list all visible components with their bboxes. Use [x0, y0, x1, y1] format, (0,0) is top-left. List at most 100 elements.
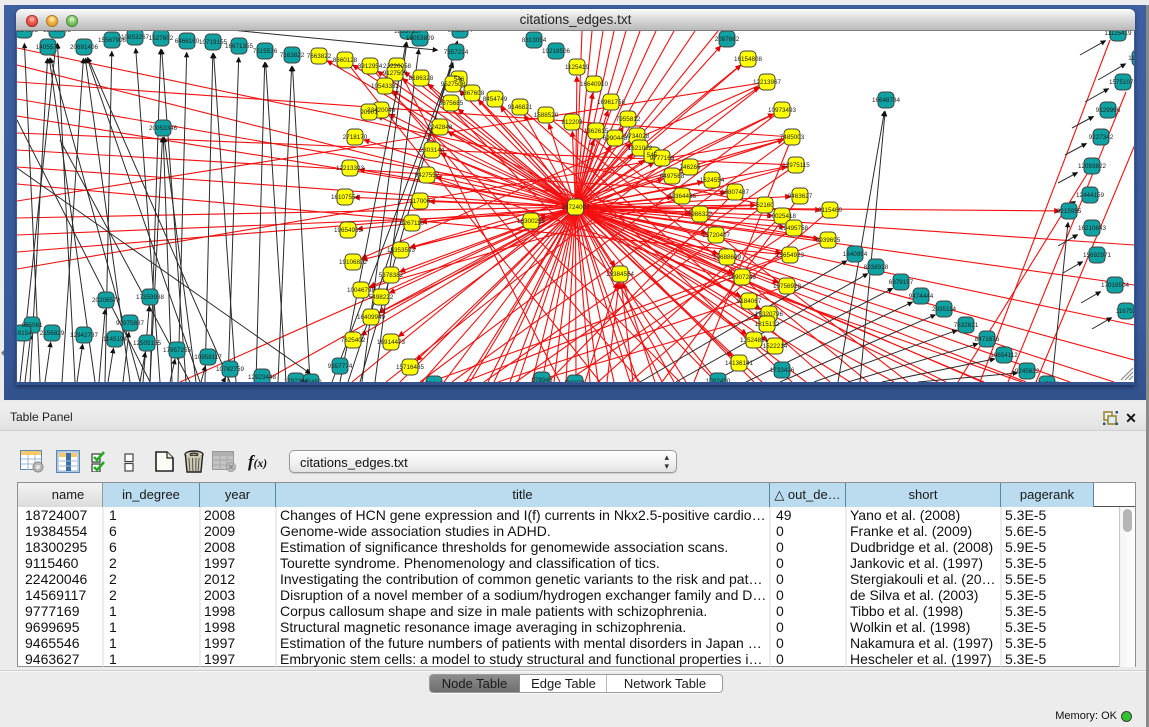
svg-text:12505135: 12505135 — [133, 340, 162, 347]
svg-text:90901: 90901 — [360, 109, 378, 116]
svg-text:15716485: 15716485 — [396, 364, 425, 371]
svg-text:1125419: 1125419 — [565, 64, 590, 71]
svg-text:9227342: 9227342 — [1089, 134, 1114, 141]
svg-text:1362615: 1362615 — [584, 128, 609, 135]
svg-text:16914473: 16914473 — [377, 339, 406, 346]
svg-text:1588520: 1588520 — [534, 112, 559, 119]
svg-text:12444159: 12444159 — [1076, 192, 1105, 199]
svg-text:19218506: 19218506 — [542, 48, 571, 55]
svg-text:1112027: 1112027 — [1128, 55, 1134, 62]
svg-text:3215955: 3215955 — [1057, 208, 1082, 215]
svg-text:9146821: 9146821 — [508, 104, 533, 111]
svg-text:7986322: 7986322 — [688, 211, 713, 218]
svg-text:17359938: 17359938 — [136, 294, 165, 301]
svg-text:10807487: 10807487 — [721, 189, 750, 196]
svg-text:23226058: 23226058 — [383, 63, 412, 70]
svg-text:20053346: 20053346 — [149, 125, 178, 132]
svg-text:8454749: 8454749 — [483, 96, 508, 103]
svg-text:1092450: 1092450 — [706, 378, 731, 382]
svg-text:12213967: 12213967 — [753, 79, 782, 86]
svg-text:1624554: 1624554 — [700, 177, 725, 184]
svg-text:16648784: 16648784 — [872, 97, 901, 104]
svg-text:9527508: 9527508 — [441, 81, 466, 88]
svg-text:6939695: 6939695 — [816, 237, 841, 244]
svg-text:10853267: 10853267 — [121, 34, 150, 41]
svg-text:116753: 116753 — [1116, 308, 1134, 315]
svg-text:9184067: 9184067 — [737, 298, 762, 305]
svg-text:812203: 812203 — [561, 119, 583, 126]
svg-text:20364436: 20364436 — [668, 193, 697, 200]
svg-text:20206570: 20206570 — [92, 297, 121, 304]
svg-text:7163822: 7163822 — [280, 52, 305, 59]
svg-text:9245632: 9245632 — [1015, 368, 1040, 375]
svg-text:8267110: 8267110 — [400, 220, 425, 227]
svg-text:9777169: 9777169 — [650, 155, 675, 162]
svg-text:19106822: 19106822 — [339, 259, 368, 266]
svg-text:7515536: 7515536 — [253, 48, 278, 55]
svg-text:3875685: 3875685 — [439, 100, 464, 107]
svg-text:20691406: 20691406 — [70, 44, 99, 51]
svg-text:10046798: 10046798 — [347, 287, 376, 294]
svg-text:15353593: 15353593 — [387, 247, 416, 254]
svg-text:6497568: 6497568 — [660, 173, 685, 180]
svg-text:8938928: 8938928 — [864, 264, 889, 271]
svg-text:20984963: 20984963 — [17, 31, 38, 34]
svg-text:16671355: 16671355 — [225, 43, 254, 50]
svg-text:978945: 978945 — [531, 377, 553, 382]
svg-text:16210643: 16210643 — [1078, 225, 1107, 232]
svg-text:16320796: 16320796 — [755, 311, 784, 318]
svg-text:9127509: 9127509 — [383, 70, 408, 77]
svg-text:7625402: 7625402 — [341, 337, 366, 344]
svg-text:12923448: 12923448 — [248, 374, 277, 381]
svg-text:12942737: 12942737 — [70, 332, 99, 339]
svg-text:7955812: 7955812 — [616, 116, 641, 123]
svg-text:9734028: 9734028 — [625, 133, 650, 140]
svg-text:2803144: 2803144 — [420, 147, 445, 154]
svg-text:15751074: 15751074 — [1109, 79, 1134, 86]
svg-text:12975115: 12975115 — [782, 162, 810, 169]
svg-text:10958117: 10958117 — [194, 354, 222, 361]
svg-text:962450: 962450 — [300, 379, 322, 382]
svg-text:9245612: 9245612 — [1035, 381, 1060, 382]
svg-text:9862264: 9862264 — [448, 31, 473, 34]
svg-text:1522214: 1522214 — [763, 343, 788, 350]
svg-text:746266: 746266 — [679, 164, 701, 171]
svg-text:9427552: 9427552 — [415, 172, 440, 179]
svg-text:17016504: 17016504 — [1101, 282, 1130, 289]
svg-text:9463627: 9463627 — [788, 193, 813, 200]
svg-text:1815132: 1815132 — [755, 321, 780, 328]
svg-text:10688609: 10688609 — [713, 254, 742, 261]
svg-text:855061: 855061 — [21, 322, 43, 329]
svg-text:12093822: 12093822 — [1078, 163, 1107, 170]
svg-text:19495758: 19495758 — [780, 225, 809, 232]
svg-text:9474444: 9474444 — [909, 293, 934, 300]
svg-text:9115460: 9115460 — [818, 207, 843, 214]
svg-text:39154: 39154 — [17, 330, 32, 337]
svg-text:19756928: 19756928 — [773, 283, 802, 290]
svg-text:10025418: 10025418 — [768, 213, 797, 220]
svg-text:13654923: 13654923 — [776, 252, 805, 259]
svg-text:6466160: 6466160 — [175, 38, 200, 45]
svg-text:8660128: 8660128 — [333, 57, 358, 64]
svg-text:10973493: 10973493 — [768, 107, 797, 114]
svg-text:2935114: 2935114 — [932, 306, 957, 313]
svg-text:16154808: 16154808 — [734, 56, 763, 63]
svg-text:9657774: 9657774 — [328, 363, 353, 370]
svg-text:6879197: 6879197 — [889, 279, 914, 286]
svg-text:7485003: 7485003 — [780, 134, 805, 141]
svg-text:16053809: 16053809 — [406, 35, 435, 42]
svg-text:16961758: 16961758 — [597, 99, 626, 106]
svg-text:1621022: 1621022 — [628, 145, 653, 152]
svg-text:18724007: 18724007 — [561, 204, 590, 211]
svg-text:62160: 62160 — [756, 202, 774, 209]
svg-text:10782759: 10782759 — [216, 366, 245, 373]
svg-text:9129966: 9129966 — [1096, 107, 1121, 114]
svg-text:1527602: 1527602 — [149, 35, 174, 42]
svg-text:15692971: 15692971 — [1083, 252, 1112, 259]
svg-text:90975887: 90975887 — [116, 320, 145, 327]
svg-text:1145194: 1145194 — [103, 336, 128, 343]
svg-text:5498222: 5498222 — [369, 294, 394, 301]
svg-text:117006: 117006 — [410, 198, 431, 205]
svg-text:8813054: 8813054 — [522, 37, 547, 44]
svg-text:12213393: 12213393 — [336, 165, 365, 172]
